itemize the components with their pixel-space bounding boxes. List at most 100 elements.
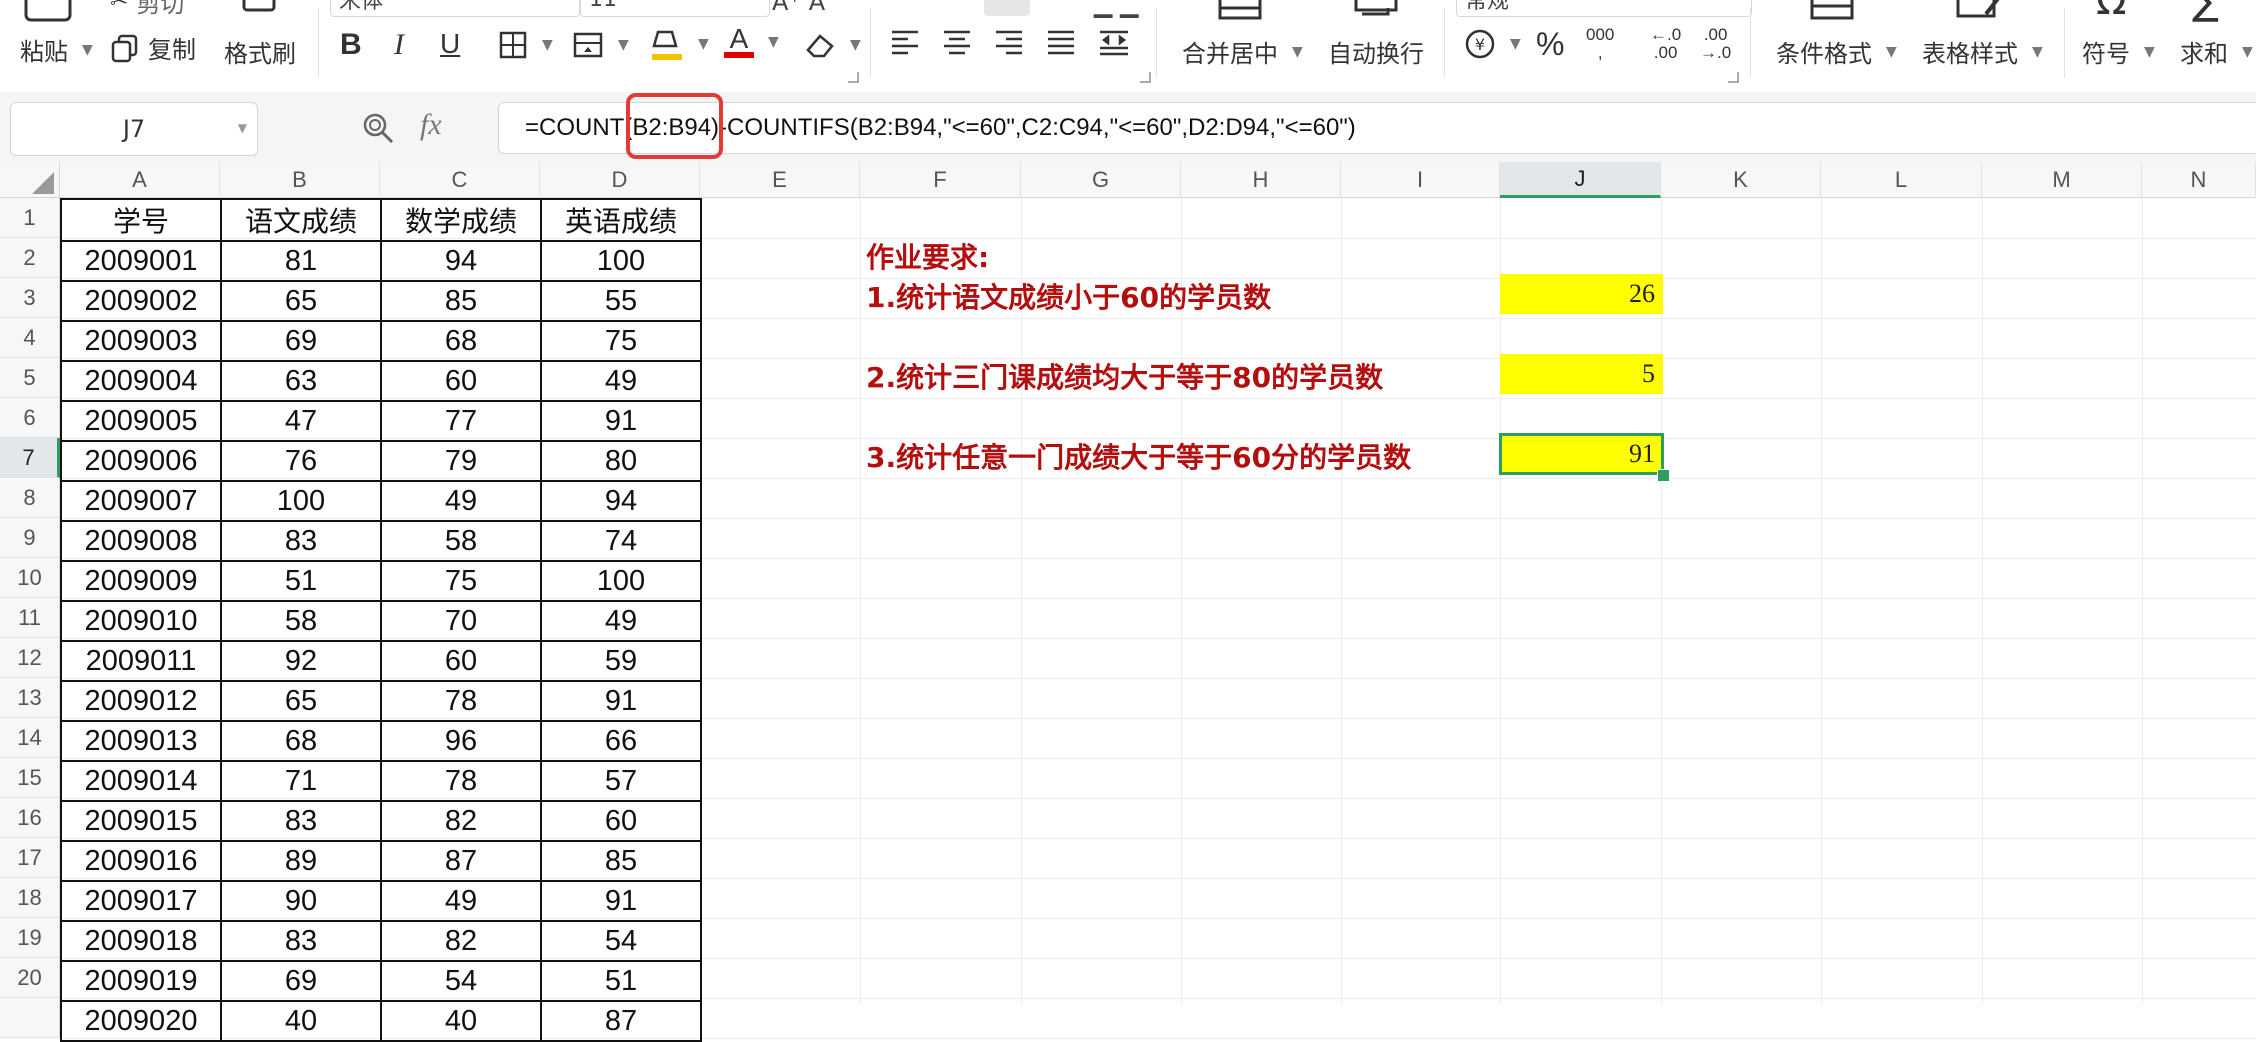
align-middle-icon[interactable]: ▁ ▁ (1094, 0, 1139, 18)
fill-color-button[interactable]: ▼ (650, 26, 709, 62)
table-cell[interactable]: 87 (540, 1000, 702, 1042)
table-cell[interactable]: 2009016 (60, 840, 222, 882)
table-cell[interactable]: 68 (380, 320, 542, 362)
table-cell[interactable]: 75 (380, 560, 542, 602)
column-header-h[interactable]: H (1181, 162, 1341, 198)
table-cell[interactable]: 77 (380, 400, 542, 442)
select-all-icon[interactable] (32, 172, 54, 194)
table-cell[interactable]: 83 (220, 920, 382, 962)
row-header-5[interactable]: 5 (0, 358, 60, 398)
row-header-20[interactable]: 20 (0, 958, 60, 998)
font-size-grow-icon[interactable]: A⁺ A⁻ (772, 0, 838, 16)
border-button[interactable]: ▼ (498, 30, 553, 60)
table-cell[interactable]: 90 (220, 880, 382, 922)
table-cell[interactable]: 69 (220, 320, 382, 362)
justify-icon[interactable] (1046, 28, 1076, 56)
table-cell[interactable]: 80 (540, 440, 702, 482)
table-style-button[interactable]: 表格样式 ▼ (1922, 34, 2043, 69)
italic-button[interactable]: I (394, 28, 404, 62)
clear-format-button[interactable]: ▼ (804, 30, 861, 60)
table-cell[interactable]: 79 (380, 440, 542, 482)
table-cell[interactable]: 85 (380, 280, 542, 322)
format-painter-icon[interactable] (238, 0, 280, 30)
table-header-cell[interactable]: 语文成绩 (220, 198, 382, 242)
table-cell[interactable]: 94 (540, 480, 702, 522)
table-cell[interactable]: 65 (220, 280, 382, 322)
column-header-j[interactable]: J (1500, 162, 1661, 198)
table-cell[interactable]: 63 (220, 360, 382, 402)
column-header-g[interactable]: G (1021, 162, 1181, 198)
table-cell[interactable]: 94 (380, 240, 542, 282)
table-cell[interactable]: 2009013 (60, 720, 222, 762)
table-cell[interactable]: 57 (540, 760, 702, 802)
row-header-16[interactable]: 16 (0, 798, 60, 838)
table-cell[interactable]: 2009005 (60, 400, 222, 442)
merge-center-icon[interactable] (1218, 0, 1262, 26)
table-cell[interactable]: 58 (220, 600, 382, 642)
name-box[interactable]: J7 ▼ (10, 102, 258, 156)
table-cell[interactable]: 55 (540, 280, 702, 322)
paste-icon[interactable] (22, 0, 74, 30)
table-cell[interactable]: 40 (220, 1000, 382, 1042)
column-header-n[interactable]: N (2142, 162, 2256, 198)
table-cell[interactable]: 2009007 (60, 480, 222, 522)
table-style-icon[interactable] (1956, 0, 2006, 26)
font-color-button[interactable]: A ▼ (724, 25, 779, 58)
table-cell[interactable]: 51 (540, 960, 702, 1002)
table-cell[interactable]: 100 (220, 480, 382, 522)
sigma-icon[interactable]: ∑ (2192, 0, 2219, 24)
wrap-text-icon[interactable] (1354, 0, 1398, 26)
row-header-6[interactable]: 6 (0, 398, 60, 438)
align-right-icon[interactable] (994, 28, 1024, 56)
table-cell[interactable]: 2009017 (60, 880, 222, 922)
decrease-decimal-button[interactable]: .00 →.0 (1700, 26, 1731, 62)
table-cell[interactable]: 83 (220, 800, 382, 842)
table-cell[interactable]: 2009001 (60, 240, 222, 282)
table-cell[interactable]: 49 (540, 600, 702, 642)
table-cell[interactable]: 2009009 (60, 560, 222, 602)
row-header-10[interactable]: 10 (0, 558, 60, 598)
table-cell[interactable]: 91 (540, 680, 702, 722)
table-cell[interactable]: 89 (220, 840, 382, 882)
column-header-e[interactable]: E (700, 162, 860, 198)
table-cell[interactable]: 96 (380, 720, 542, 762)
alignment-expand-icon[interactable] (1140, 72, 1151, 83)
table-cell[interactable]: 65 (220, 680, 382, 722)
column-header-a[interactable]: A (60, 162, 220, 198)
table-cell[interactable]: 40 (380, 1000, 542, 1042)
table-cell[interactable]: 69 (220, 960, 382, 1002)
result-cell-j3[interactable]: 26 (1500, 274, 1663, 314)
row-header-2[interactable]: 2 (0, 238, 60, 278)
table-cell[interactable]: 70 (380, 600, 542, 642)
table-cell[interactable]: 2009014 (60, 760, 222, 802)
table-cell[interactable]: 2009015 (60, 800, 222, 842)
table-cell[interactable]: 85 (540, 840, 702, 882)
table-cell[interactable]: 2009003 (60, 320, 222, 362)
table-cell[interactable]: 2009020 (60, 1000, 222, 1042)
table-cell[interactable]: 100 (540, 560, 702, 602)
conditional-format-icon[interactable] (1810, 0, 1854, 26)
table-header-cell[interactable]: 数学成绩 (380, 198, 542, 242)
symbol-button[interactable]: 符号 ▼ (2082, 34, 2155, 69)
table-cell[interactable]: 49 (380, 480, 542, 522)
align-top-button[interactable] (984, 0, 1030, 16)
zoom-function-icon[interactable] (360, 110, 396, 150)
name-box-dropdown-icon[interactable]: ▼ (238, 121, 247, 135)
column-header-c[interactable]: C (380, 162, 540, 198)
row-header-12[interactable]: 12 (0, 638, 60, 678)
percent-button[interactable]: % (1536, 26, 1564, 63)
row-header-21[interactable] (0, 998, 60, 1038)
column-header-m[interactable]: M (1982, 162, 2142, 198)
table-cell[interactable]: 2009004 (60, 360, 222, 402)
table-cell[interactable]: 58 (380, 520, 542, 562)
wrap-text-button[interactable]: 自动换行 (1328, 34, 1424, 69)
row-header-1[interactable]: 1 (0, 198, 60, 238)
table-cell[interactable]: 87 (380, 840, 542, 882)
table-cell[interactable]: 60 (540, 800, 702, 842)
table-cell[interactable]: 82 (380, 800, 542, 842)
table-cell[interactable]: 92 (220, 640, 382, 682)
table-cell[interactable]: 49 (380, 880, 542, 922)
table-header-cell[interactable]: 英语成绩 (540, 198, 702, 242)
column-header-f[interactable]: F (860, 162, 1021, 198)
align-left-icon[interactable] (890, 28, 920, 56)
